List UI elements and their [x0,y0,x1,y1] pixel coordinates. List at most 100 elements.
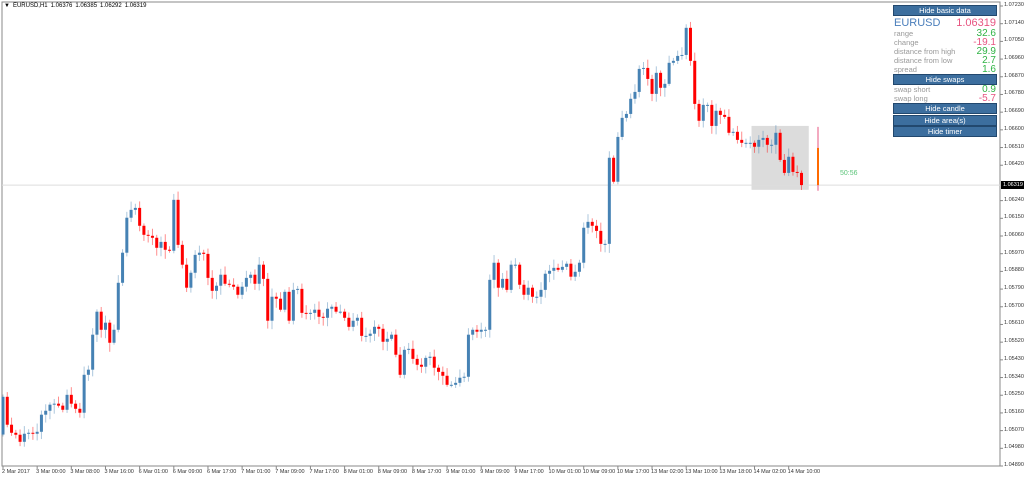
candle-body [582,227,586,263]
candle-body [462,376,466,378]
candle [95,309,99,342]
hide-candle-button[interactable]: Hide candle [893,103,997,114]
candle-body [556,267,560,270]
candle [565,261,569,271]
price-tick-label: 1.04890 [1004,462,1024,468]
header-low: 1.06292 [100,3,122,9]
candle-body [616,136,620,182]
candle [274,292,278,308]
candle-body [633,91,637,99]
candle-body [731,131,735,133]
candle [484,326,488,338]
candle [99,306,103,338]
candle-body [642,67,645,69]
candle [539,282,543,305]
candle-timer: 50:56 [840,170,858,177]
price-tick-label: 1.06420 [1004,161,1024,168]
candle-body [159,241,163,248]
candle-body [394,334,398,355]
candle [270,288,274,330]
candle [65,389,69,413]
candle-body [334,306,338,312]
candle [304,305,308,320]
candle-body [791,156,795,172]
candle [129,201,133,223]
candle [249,271,253,284]
candle-body [364,335,368,337]
candle [236,284,240,299]
candle-body [381,328,385,342]
candle-body [279,298,283,310]
candle [488,274,492,338]
candle-body [492,262,496,280]
candle-body [18,434,22,442]
candle-body [270,296,274,321]
price-chart[interactable] [0,0,1024,479]
candle-body [590,221,594,226]
candle-body [740,139,744,143]
candle [283,289,287,313]
hide-timer-button[interactable]: Hide timer [893,126,997,137]
candle-body [782,159,786,173]
candle-body [65,394,69,410]
candle-body [795,171,799,173]
time-tick-label: 7 Mar 09:00 [275,469,305,475]
candle-body [108,322,112,343]
candle-body [573,271,577,277]
candle-body [688,27,692,61]
candle [168,246,172,253]
candle [330,304,334,318]
candle-body [454,382,458,385]
candle [697,99,701,127]
dropdown-triangle-icon[interactable]: ▼ [4,3,10,9]
candle-body [244,277,248,287]
candle-body [236,286,240,295]
candle [543,270,547,298]
time-tick-label: 10 Mar 09:00 [582,469,616,475]
candle [227,279,231,288]
candle-body [479,329,483,332]
candle-body [654,72,658,94]
price-tick-label: 1.05430 [1004,355,1024,362]
candle-body [48,404,52,411]
stat-label: range [894,28,914,38]
candle [526,280,530,301]
candle-body [347,317,351,327]
candle [39,410,43,440]
candle-body [530,287,534,297]
candle-body [748,142,752,144]
time-tick-label: 9 Mar 09:00 [480,469,510,475]
candle-body [1,396,5,435]
stat-row-spread: spread 1.6 [893,64,997,74]
candle [377,324,381,337]
hide-swaps-button[interactable]: Hide swaps [893,73,997,85]
candle-body [133,207,137,210]
candle [108,319,112,352]
candle-body [799,172,803,186]
candle-body [142,225,146,235]
candle-body [603,243,607,245]
candle [629,93,633,119]
candle-body [432,356,436,368]
candle-body [103,322,107,330]
candle [560,260,564,273]
candle [103,315,107,339]
header-close: 1.06319 [124,3,147,9]
candle [44,404,48,423]
candle [624,110,628,122]
candle-body [287,291,291,321]
time-tick-label: 6 Mar 09:00 [172,469,203,475]
candle [590,218,594,233]
hide-basic-data-button[interactable]: Hide basic data [893,5,997,16]
candle-body [304,312,308,314]
candle [35,423,39,441]
candle-body [706,104,710,106]
candle [261,261,265,287]
candle-body [266,278,270,321]
candle-body [718,110,722,115]
hide-areas-button[interactable]: Hide area(s) [893,114,997,126]
candle-body [509,264,513,290]
candle [116,275,120,333]
candle-body [22,433,26,442]
candle-body [569,263,573,277]
